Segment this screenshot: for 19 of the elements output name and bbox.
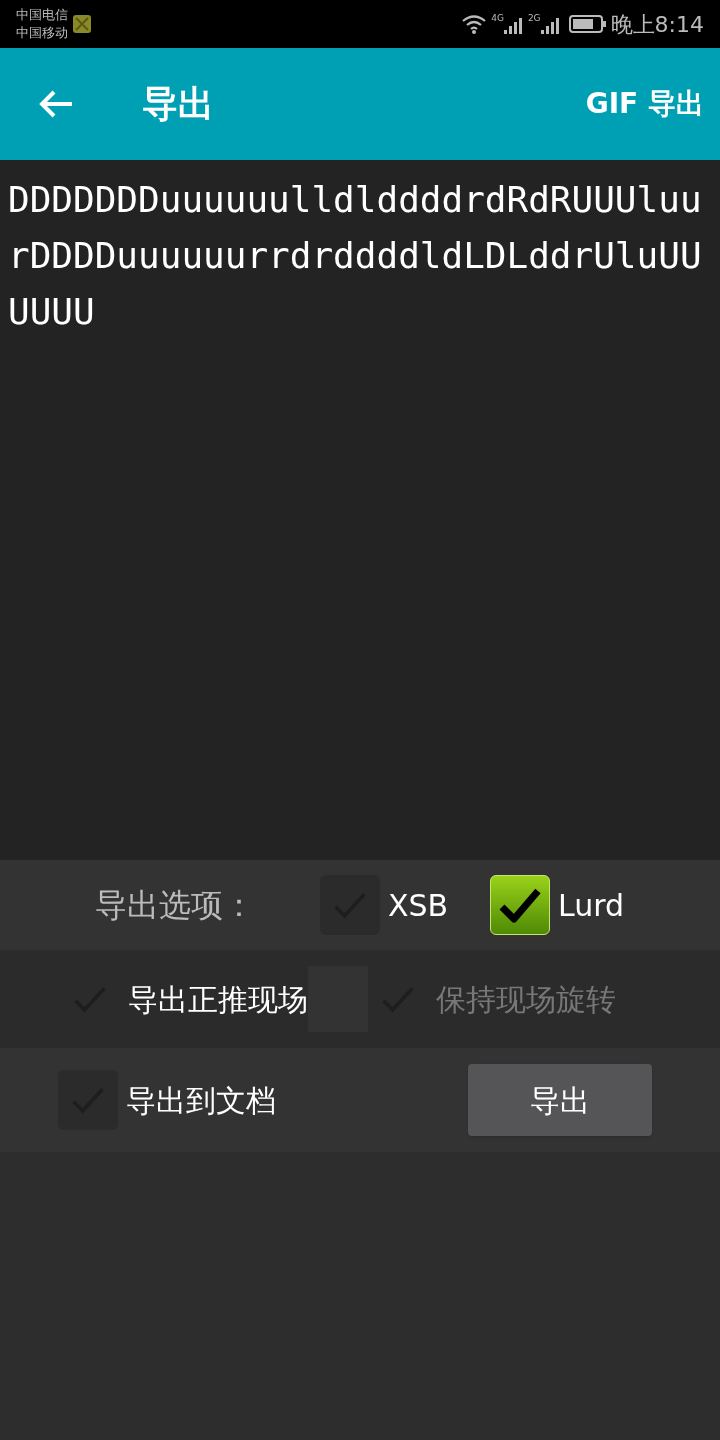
export-button[interactable]: 导出 (468, 1064, 652, 1136)
sim-icon (72, 14, 92, 34)
carrier-name: 中国移动 (16, 24, 68, 42)
checkbox-label: 导出正推现场 (128, 980, 308, 1019)
network-type: 2G (527, 12, 541, 25)
checkbox-label: XSB (388, 886, 449, 925)
checkbox-label: 导出到文档 (126, 1081, 276, 1120)
network-type: 4G (491, 12, 504, 25)
solution-text: DDDDDDDuuuuuulldlddddrdRdRUUUluurDDDDuuuuuurrdrddddldLDLddrUluUUUUUU (8, 178, 703, 334)
checkbox[interactable] (490, 875, 550, 935)
checkbox-label: Lurd (558, 886, 625, 925)
options-label: 导出选项： (95, 885, 256, 926)
checkbox-label: 保持现场旋转 (436, 980, 616, 1019)
screen-title: 导出 (142, 82, 214, 126)
back-arrow-icon (38, 88, 74, 120)
wifi-icon (461, 14, 488, 34)
carrier-name: 中国电信 (16, 6, 68, 24)
battery-icon (568, 14, 607, 34)
clock: 晚上8:14 (610, 10, 704, 39)
